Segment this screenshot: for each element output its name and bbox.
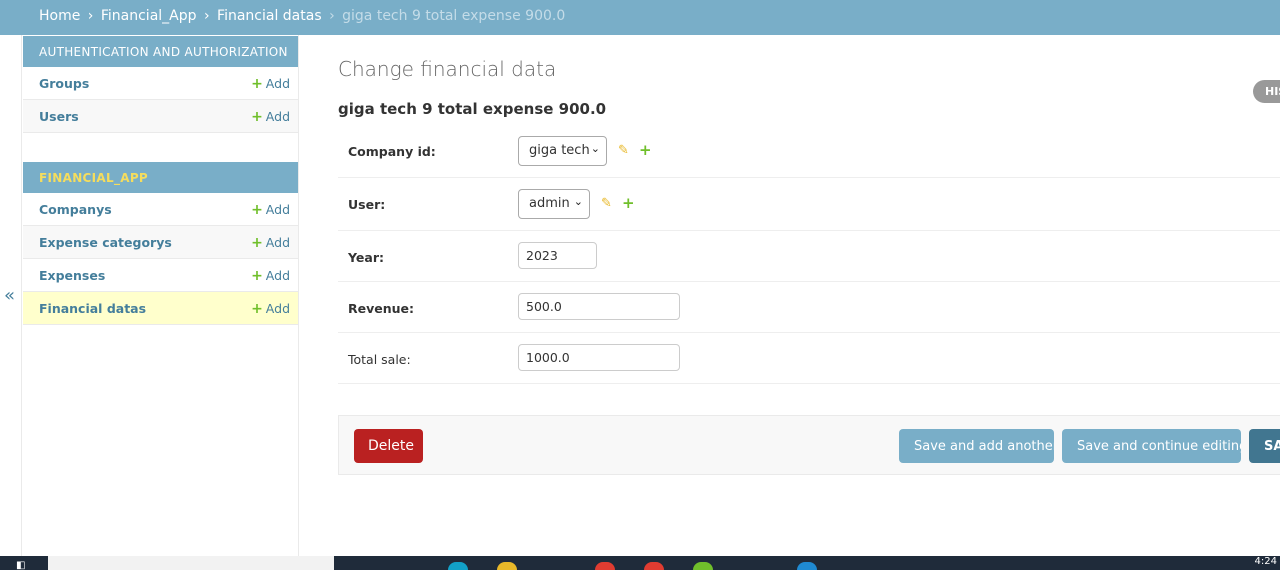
page-title: Change financial data — [338, 57, 557, 81]
add-related-icon[interactable]: + — [639, 141, 652, 159]
field-row-total-sale: Total sale: 1000.0 — [338, 333, 1280, 384]
add-related-icon[interactable]: + — [622, 194, 635, 212]
module-caption-auth[interactable]: AUTHENTICATION AND AUTHORIZATION — [23, 36, 298, 67]
field-row-year: Year: 2023 — [338, 231, 1280, 282]
sidebar-item-label[interactable]: Companys — [39, 202, 112, 217]
sidebar-item-label[interactable]: Expense categorys — [39, 235, 172, 250]
nav-sidebar-toggle[interactable]: « — [0, 35, 22, 556]
breadcrumb-app-link[interactable]: Financial_App — [101, 8, 197, 24]
edge-icon[interactable] — [448, 562, 468, 570]
add-label[interactable]: Add — [266, 109, 290, 124]
user-select-value: admin — [529, 196, 570, 211]
add-label[interactable]: Add — [266, 268, 290, 283]
module-caption-financial-app[interactable]: FINANCIAL_APP — [23, 162, 298, 193]
sidebar-item-users[interactable]: Users + Add — [23, 100, 298, 133]
user-label: User: — [348, 197, 386, 212]
add-label[interactable]: Add — [266, 301, 290, 316]
save-and-continue-button[interactable]: Save and continue editing — [1062, 429, 1241, 463]
nav-sidebar: AUTHENTICATION AND AUTHORIZATION Groups … — [22, 35, 299, 556]
module-auth: AUTHENTICATION AND AUTHORIZATION Groups … — [23, 36, 298, 133]
total-sale-label: Total sale: — [348, 352, 411, 367]
field-row-revenue: Revenue: 500.0 — [338, 282, 1280, 333]
os-taskbar: ◧ 4:24 — [0, 556, 1280, 571]
object-title: giga tech 9 total expense 900.0 — [338, 100, 607, 118]
save-button[interactable]: SAVE — [1249, 429, 1280, 463]
breadcrumb-separator: › — [87, 8, 94, 24]
history-button[interactable]: HISTORY — [1253, 80, 1280, 103]
add-label[interactable]: Add — [266, 76, 290, 91]
app-icon[interactable] — [693, 562, 713, 570]
company-select-value: giga tech — [529, 143, 590, 158]
add-link[interactable]: + Add — [251, 109, 290, 125]
sidebar-item-expense-categorys[interactable]: Expense categorys + Add — [23, 226, 298, 259]
breadcrumb-home-link[interactable]: Home — [39, 8, 80, 24]
sidebar-item-label[interactable]: Financial datas — [39, 301, 146, 316]
chevron-down-icon: ⌄ — [590, 142, 600, 155]
main-content: Change financial data giga tech 9 total … — [338, 35, 1280, 556]
sidebar-item-label[interactable]: Groups — [39, 76, 89, 91]
year-label: Year: — [348, 250, 384, 265]
year-input[interactable]: 2023 — [518, 242, 597, 269]
user-select[interactable]: admin ⌄ — [518, 189, 590, 219]
add-icon: + — [251, 202, 263, 218]
add-icon: + — [251, 268, 263, 284]
company-label: Company id: — [348, 144, 436, 159]
sidebar-item-groups[interactable]: Groups + Add — [23, 67, 298, 100]
vscode-icon[interactable] — [797, 562, 817, 570]
sidebar-item-label[interactable]: Users — [39, 109, 79, 124]
add-icon: + — [251, 109, 263, 125]
sidebar-item-companys[interactable]: Companys + Add — [23, 193, 298, 226]
total-sale-input[interactable]: 1000.0 — [518, 344, 680, 371]
field-row-company: Company id: giga tech ⌄ ✎ + — [338, 125, 1280, 178]
add-link[interactable]: + Add — [251, 301, 290, 317]
add-icon: + — [251, 235, 263, 251]
add-link[interactable]: + Add — [251, 202, 290, 218]
breadcrumb: Home › Financial_App › Financial datas ›… — [0, 0, 1280, 35]
add-link[interactable]: + Add — [251, 76, 290, 92]
field-row-user: User: admin ⌄ ✎ + — [338, 178, 1280, 231]
revenue-input[interactable]: 500.0 — [518, 293, 680, 320]
folder-icon[interactable] — [497, 562, 517, 570]
add-icon: + — [251, 76, 263, 92]
add-label[interactable]: Add — [266, 202, 290, 217]
breadcrumb-model-link[interactable]: Financial datas — [217, 8, 322, 24]
chevron-down-icon: ⌄ — [573, 195, 583, 208]
app-icon[interactable] — [644, 562, 664, 570]
collapse-icon[interactable]: « — [4, 285, 15, 306]
sidebar-item-label[interactable]: Expenses — [39, 268, 105, 283]
clock: 4:24 — [1254, 556, 1277, 567]
taskbar-search[interactable] — [48, 556, 334, 570]
company-select[interactable]: giga tech ⌄ — [518, 136, 607, 166]
breadcrumb-separator: › — [203, 8, 210, 24]
chrome-icon[interactable] — [595, 562, 615, 570]
sidebar-item-expenses[interactable]: Expenses + Add — [23, 259, 298, 292]
add-icon: + — [251, 301, 263, 317]
sidebar-item-financial-datas[interactable]: Financial datas + Add — [23, 292, 298, 325]
delete-button[interactable]: Delete — [354, 429, 423, 463]
pencil-icon[interactable]: ✎ — [618, 143, 629, 158]
add-link[interactable]: + Add — [251, 235, 290, 251]
add-label[interactable]: Add — [266, 235, 290, 250]
breadcrumb-separator: › — [329, 8, 335, 24]
breadcrumb-current: giga tech 9 total expense 900.0 — [342, 8, 566, 24]
submit-row: Delete Save and add another Save and con… — [338, 415, 1280, 475]
save-and-add-another-button[interactable]: Save and add another — [899, 429, 1054, 463]
revenue-label: Revenue: — [348, 301, 415, 316]
add-link[interactable]: + Add — [251, 268, 290, 284]
module-financial-app: FINANCIAL_APP Companys + Add Expense cate… — [23, 162, 298, 325]
windows-start-icon[interactable]: ◧ — [16, 560, 30, 571]
pencil-icon[interactable]: ✎ — [601, 196, 612, 211]
